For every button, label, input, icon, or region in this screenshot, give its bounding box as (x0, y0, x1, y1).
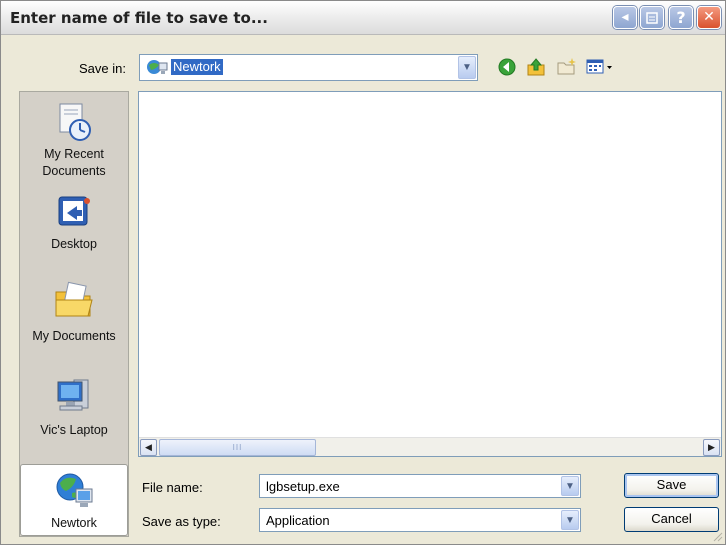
recent-documents-icon (59, 103, 91, 141)
place-label: Newtork (51, 516, 97, 530)
cancel-button[interactable]: Cancel (624, 507, 719, 532)
save-as-type-dropdown[interactable]: Application ▼ (259, 508, 581, 532)
scroll-thumb[interactable]: III (159, 439, 316, 456)
save-as-type-value: Application (266, 513, 330, 528)
back-title-button[interactable]: ◂ (613, 6, 637, 29)
computer-icon (57, 379, 89, 411)
save-as-type-label: Save as type: (142, 514, 221, 529)
new-folder-icon[interactable] (556, 57, 578, 77)
file-name-value: lgbsetup.exe (266, 479, 340, 494)
help-icon: ? (676, 8, 686, 27)
places-bar: My Recent Documents Desktop My Documents (19, 91, 129, 537)
close-icon: ✕ (703, 9, 715, 25)
minimize-button[interactable] (640, 6, 664, 29)
save-in-dropdown[interactable]: Newtork ▼ (139, 54, 478, 81)
arrow-icon: ◂ (621, 9, 629, 25)
place-label: Vic's Laptop (40, 423, 108, 437)
back-icon[interactable] (497, 57, 517, 77)
save-in-label: Save in: (79, 61, 126, 76)
chevron-down-icon[interactable]: ▼ (458, 56, 476, 79)
network-icon (56, 473, 93, 507)
place-my-documents[interactable]: My Documents (20, 278, 128, 345)
scroll-left-button[interactable]: ◀ (140, 439, 157, 456)
place-vics-laptop[interactable]: Vic's Laptop (20, 376, 128, 439)
save-button[interactable]: Save (624, 473, 719, 498)
place-label: My Recent (44, 147, 104, 161)
save-in-value: Newtork (170, 58, 224, 76)
minimize-icon (646, 12, 658, 24)
place-desktop[interactable]: Desktop (20, 192, 128, 253)
desktop-icon (58, 196, 90, 226)
file-name-field[interactable]: lgbsetup.exe ▼ (259, 474, 581, 498)
chevron-down-icon[interactable]: ▼ (561, 510, 579, 530)
resize-grip-icon[interactable] (711, 530, 723, 542)
chevron-down-icon[interactable]: ▼ (561, 476, 579, 496)
up-folder-icon[interactable] (526, 57, 548, 77)
my-documents-icon (55, 281, 93, 317)
network-icon (147, 60, 168, 74)
help-button[interactable]: ? (669, 6, 693, 29)
horizontal-scrollbar[interactable]: ◀ III ▶ (139, 437, 721, 456)
file-name-label: File name: (142, 480, 203, 495)
save-dialog-window: Enter name of file to save to... ◂ ? ✕ S… (0, 0, 726, 545)
place-label: My Documents (32, 329, 116, 343)
place-label: Desktop (51, 237, 97, 251)
file-list[interactable]: ◀ III ▶ (138, 91, 722, 457)
close-button[interactable]: ✕ (697, 6, 721, 29)
window-title: Enter name of file to save to... (10, 9, 268, 27)
views-menu-icon[interactable] (586, 57, 616, 77)
place-newtork[interactable]: Newtork (20, 464, 128, 536)
place-my-recent-documents[interactable]: My Recent Documents (20, 100, 128, 180)
title-bar[interactable]: Enter name of file to save to... ◂ ? ✕ (1, 1, 725, 35)
grip-icon: III (232, 443, 243, 452)
scroll-right-button[interactable]: ▶ (703, 439, 720, 456)
place-label: Documents (42, 164, 106, 178)
